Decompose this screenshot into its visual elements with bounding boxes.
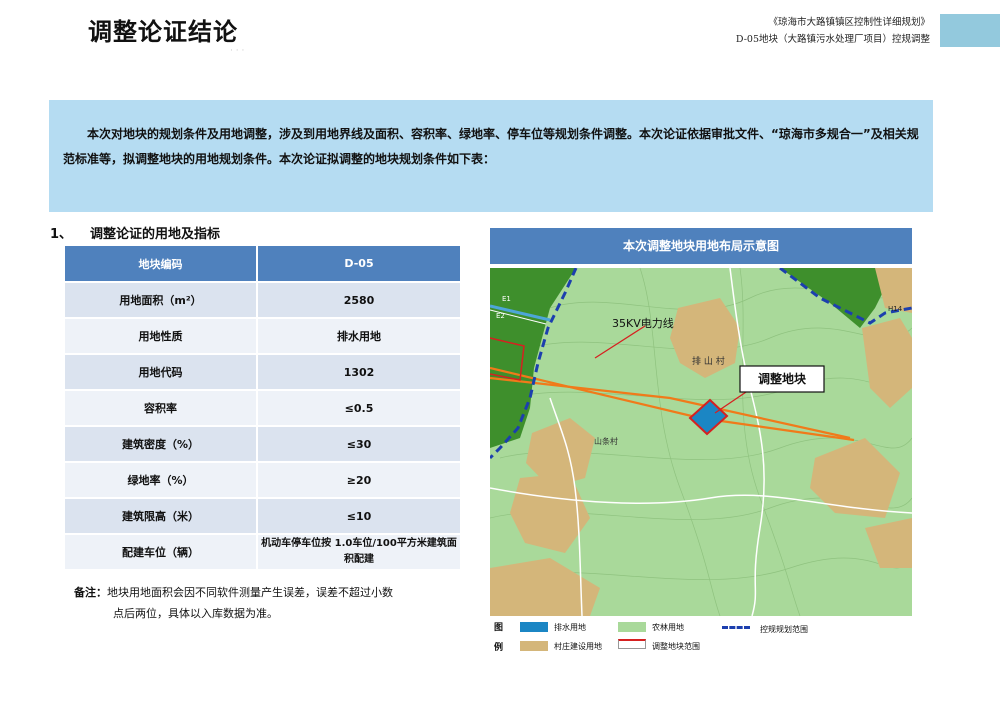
row-value: ≥20 bbox=[257, 462, 462, 499]
table-row: 用地性质 排水用地 bbox=[65, 318, 462, 355]
row-label: 容积率 bbox=[65, 390, 258, 427]
legend-label-forest: 农林用地 bbox=[652, 623, 684, 632]
row-label: 配建车位（辆） bbox=[65, 534, 258, 571]
corner-decoration bbox=[940, 14, 1000, 47]
row-label: 用地代码 bbox=[65, 354, 258, 391]
legend-label-drainage: 排水用地 bbox=[554, 623, 586, 632]
map-label-paishan-village: 排 山 村 bbox=[692, 357, 725, 367]
map-label-shantiao-village: 山条村 bbox=[594, 437, 618, 446]
row-value: ≤30 bbox=[257, 426, 462, 463]
legend-label-plan-boundary: 控规规划范围 bbox=[760, 625, 808, 634]
table-header-value: D-05 bbox=[257, 246, 462, 283]
table-row: 绿地率（%） ≥20 bbox=[65, 462, 462, 499]
section-heading: 1、 调整论证的用地及指标 bbox=[50, 223, 220, 242]
map-svg bbox=[490, 268, 912, 616]
legend-head-1: 图 bbox=[494, 623, 504, 633]
indicator-table: 地块编码 D-05 用地面积（m²） 2580 用地性质 排水用地 用地代码 1… bbox=[65, 246, 462, 571]
table-row: 配建车位（辆） 机动车停车位按 1.0车位/100平方米建筑面积配建 bbox=[65, 534, 462, 571]
map-legend: 图 例 排水用地 农林用地 控规规划范围 村庄建设用地 调整地块范围 bbox=[494, 620, 914, 654]
land-use-map: 35KV电力线 排 山 村 山条村 调整地块 E1 E2 H14 bbox=[490, 268, 912, 616]
section-number: 1、 bbox=[50, 227, 73, 242]
table-row: 容积率 ≤0.5 bbox=[65, 390, 462, 427]
row-value: ≤10 bbox=[257, 498, 462, 535]
table-row: 用地面积（m²） 2580 bbox=[65, 282, 462, 319]
page-title: 调整论证结论 bbox=[88, 18, 238, 46]
row-label: 建筑密度（%） bbox=[65, 426, 258, 463]
map-label-power-line: 35KV电力线 bbox=[612, 317, 674, 330]
map-label-e2: E2 bbox=[496, 312, 505, 320]
table-row: 建筑密度（%） ≤30 bbox=[65, 426, 462, 463]
row-value: 1302 bbox=[257, 354, 462, 391]
note-label: 备注： bbox=[74, 586, 107, 599]
row-label: 绿地率（%） bbox=[65, 462, 258, 499]
map-label-h14: H14 bbox=[888, 305, 903, 313]
table-header-label: 地块编码 bbox=[65, 246, 258, 283]
table-note: 备注：地块用地面积会因不同软件测量产生误差，误差不超过小数 点后两位，具体以入库… bbox=[74, 582, 393, 624]
section-title: 调整论证的用地及指标 bbox=[90, 227, 221, 242]
legend-label-adjust-boundary: 调整地块范围 bbox=[652, 642, 700, 651]
document-header: 《琼海市大路镇镇区控制性详细规划》 D-05地块（大路镇污水处理厂项目）控规调整 bbox=[736, 14, 930, 48]
table-row: 用地代码 1302 bbox=[65, 354, 462, 391]
map-label-e1: E1 bbox=[502, 295, 511, 303]
map-label-adjusted-parcel: 调整地块 bbox=[757, 372, 806, 386]
document-subtitle: D-05地块（大路镇污水处理厂项目）控规调整 bbox=[735, 34, 930, 45]
note-line-1: 地块用地面积会因不同软件测量产生误差，误差不超过小数 bbox=[107, 586, 393, 599]
legend-swatch-plan-boundary bbox=[722, 626, 750, 629]
intro-paragraph: 本次对地块的规划条件及用地调整，涉及到用地界线及面积、容积率、绿地率、停车位等规… bbox=[49, 100, 933, 212]
map-title: 本次调整地块用地布局示意图 bbox=[490, 228, 912, 264]
legend-swatch-forest bbox=[618, 622, 646, 632]
row-value: ≤0.5 bbox=[257, 390, 462, 427]
row-label: 建筑限高（米） bbox=[65, 498, 258, 535]
table-row: 建筑限高（米） ≤10 bbox=[65, 498, 462, 535]
row-label: 用地性质 bbox=[65, 318, 258, 355]
note-line-2: 点后两位，具体以入库数据为准。 bbox=[113, 607, 278, 620]
title-ghost-marks: · · · bbox=[230, 46, 245, 56]
legend-swatch-adjust-boundary bbox=[618, 639, 646, 649]
legend-label-village: 村庄建设用地 bbox=[554, 642, 602, 651]
legend-swatch-village bbox=[520, 641, 548, 651]
legend-head-2: 例 bbox=[494, 643, 504, 653]
row-value: 机动车停车位按 1.0车位/100平方米建筑面积配建 bbox=[257, 534, 462, 571]
table-header-row: 地块编码 D-05 bbox=[65, 246, 462, 283]
legend-swatch-drainage bbox=[520, 622, 548, 632]
document-title: 《琼海市大路镇镇区控制性详细规划》 bbox=[768, 17, 930, 28]
row-label: 用地面积（m²） bbox=[65, 282, 258, 319]
row-value: 2580 bbox=[257, 282, 462, 319]
row-value: 排水用地 bbox=[257, 318, 462, 355]
